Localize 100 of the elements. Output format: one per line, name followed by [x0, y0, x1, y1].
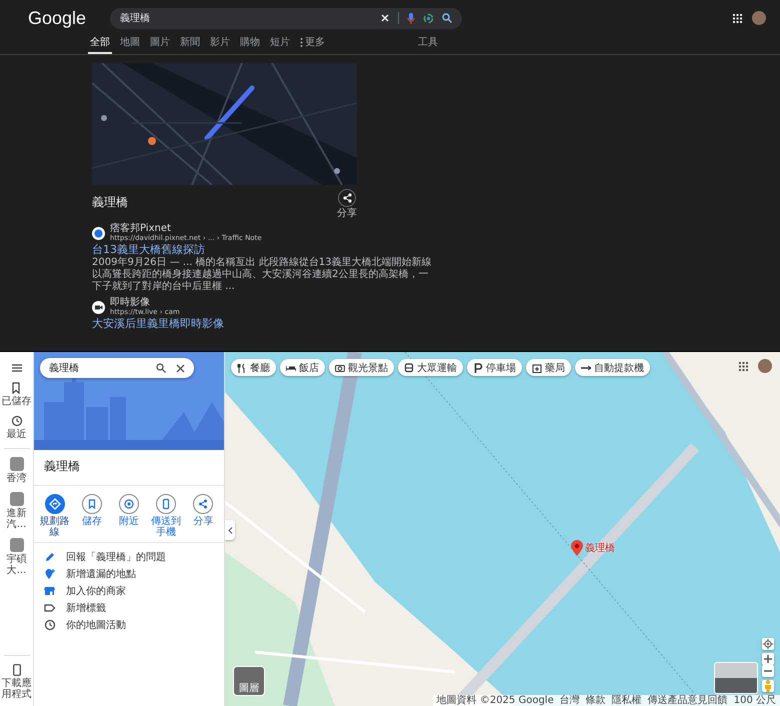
phone-icon — [12, 664, 20, 676]
search-icon — [156, 363, 166, 373]
category-chip[interactable]: 飯店 — [280, 359, 325, 376]
camera-favicon — [92, 300, 105, 314]
site-name: 痞客邦Pixnet — [110, 223, 172, 234]
share-button[interactable] — [338, 189, 356, 207]
parking-icon — [473, 362, 483, 372]
rail-item[interactable]: 已儲存 — [0, 382, 32, 407]
action-button[interactable] — [118, 494, 139, 514]
my-location-button[interactable] — [762, 638, 774, 650]
search-tab[interactable]: 短片 — [268, 35, 292, 54]
avatar[interactable] — [752, 11, 766, 25]
action-button[interactable] — [82, 494, 102, 514]
plus-icon — [764, 655, 772, 663]
pharmacy-icon — [532, 362, 542, 372]
search-tab[interactable]: 新聞 — [178, 35, 202, 54]
search-tab[interactable]: 影片 — [208, 35, 232, 54]
crosshair-icon — [763, 639, 773, 649]
zoom-out-button[interactable] — [762, 665, 774, 677]
action-label: 附近 — [118, 516, 139, 527]
place-thumbnail — [10, 457, 24, 471]
action-button[interactable] — [44, 494, 65, 514]
search-tab[interactable]: 購物 — [238, 35, 262, 54]
nearby-icon — [122, 498, 135, 510]
place-thumbnail — [10, 492, 24, 506]
category-chip[interactable]: 觀光景點 — [329, 359, 394, 376]
download-app-link[interactable]: 下載應用程式 — [0, 664, 32, 700]
apps-grid-icon — [739, 362, 748, 370]
share-icon — [197, 498, 210, 510]
site-favicon — [92, 226, 105, 240]
action-label: 分享 — [193, 516, 214, 527]
street-view-thumbnail[interactable] — [714, 662, 758, 694]
recent-place[interactable]: 進新汽... — [0, 492, 32, 530]
camera-lens-icon — [423, 12, 434, 24]
action-button[interactable] — [193, 494, 214, 514]
menu-item[interactable]: 新增遺漏的地點 — [44, 566, 214, 582]
close-icon — [380, 13, 390, 23]
rail-item[interactable]: 最近 — [0, 415, 32, 440]
atm-icon — [581, 362, 591, 372]
apps-grid-icon — [733, 14, 742, 22]
footer-text: 傳送產品意見回饋 — [648, 695, 728, 706]
bus-icon — [404, 362, 414, 372]
history-icon — [10, 415, 22, 427]
result-link[interactable]: 大安溪后里義里橋即時影像 — [92, 317, 432, 331]
share-label: 分享 — [337, 208, 357, 219]
history-icon — [44, 619, 56, 631]
category-chip[interactable]: 大眾運輸 — [398, 359, 463, 376]
menu-icon — [12, 364, 22, 372]
category-chip[interactable]: 停車場 — [467, 359, 522, 376]
search-field[interactable]: 義理橋 — [110, 8, 462, 28]
map-pin-icon — [571, 540, 583, 556]
tools-tab[interactable]: 工具 — [416, 35, 440, 54]
footer-text: 地圖資料 ©2025 Google — [436, 695, 554, 706]
search-query: 義理橋 — [49, 362, 80, 375]
search-tab[interactable]: 更多 — [298, 35, 327, 54]
fork-knife-icon — [237, 362, 247, 372]
footer-text: 隱私權 — [612, 695, 642, 706]
place-thumbnail — [10, 538, 24, 552]
zoom-in-button[interactable] — [762, 653, 774, 665]
category-chip[interactable]: 藥局 — [526, 359, 571, 376]
footer-text: 條款 — [586, 695, 606, 706]
camera-icon — [335, 362, 345, 372]
site-name: 即時影像 — [110, 297, 151, 308]
pin-plus-icon — [44, 568, 56, 580]
bookmark-icon — [10, 382, 22, 394]
store-icon — [44, 585, 56, 597]
label-icon — [44, 602, 56, 614]
result-link[interactable]: 台13義里大橋舊線探訪 — [92, 243, 432, 257]
recent-place[interactable]: 香湾 — [0, 457, 32, 484]
search-icon — [442, 13, 452, 23]
footer-text: 台灣 — [560, 695, 580, 706]
search-field[interactable]: 義理橋 — [40, 358, 194, 378]
result-snippet: 2009年9月26日 — ... 橋的名稱亙出 此段路線從台13義里大橋北端開始新線以高聳長跨距的橋身接連越過中山高、大安溪河谷連續2公里長的高架橋，一下子就到了對岸的台中后里榧 ... — [92, 257, 432, 293]
action-label: 儲存 — [82, 516, 102, 527]
close-icon — [176, 364, 185, 372]
search-tab[interactable]: 圖片 — [148, 35, 172, 54]
collapse-panel-button[interactable] — [225, 520, 235, 540]
menu-item[interactable]: 加入你的商家 — [44, 583, 214, 599]
category-chip[interactable]: 餐廳 — [231, 359, 276, 376]
pin-label: 義理橋 — [585, 542, 615, 555]
place-title: 義理橋 — [92, 194, 128, 211]
share-icon — [342, 193, 352, 203]
microphone-icon — [407, 12, 416, 24]
category-chip[interactable]: 自動提款機 — [575, 359, 650, 376]
search-tab[interactable]: 全部 — [88, 35, 112, 54]
place-title: 義理橋 — [34, 450, 224, 486]
pencil-icon — [44, 551, 56, 563]
action-button[interactable] — [156, 494, 176, 514]
menu-item[interactable]: 新增標籤 — [44, 600, 214, 616]
footer-text: 100 公尺 — [734, 695, 776, 706]
layers-button[interactable]: 圖層 — [233, 666, 265, 696]
action-label: 傳送到手機 — [150, 516, 182, 538]
menu-item[interactable]: 回報「義理橋」的問題 — [44, 549, 214, 565]
search-tab[interactable]: 地圖 — [118, 35, 142, 54]
google-logo[interactable]: Google — [28, 8, 86, 28]
search-query: 義理橋 — [120, 12, 152, 25]
more-dots-icon — [300, 38, 303, 46]
menu-item[interactable]: 你的地圖活動 — [44, 617, 214, 633]
action-label: 規劃路線 — [38, 516, 71, 538]
recent-place[interactable]: 宇碩大... — [0, 538, 32, 576]
